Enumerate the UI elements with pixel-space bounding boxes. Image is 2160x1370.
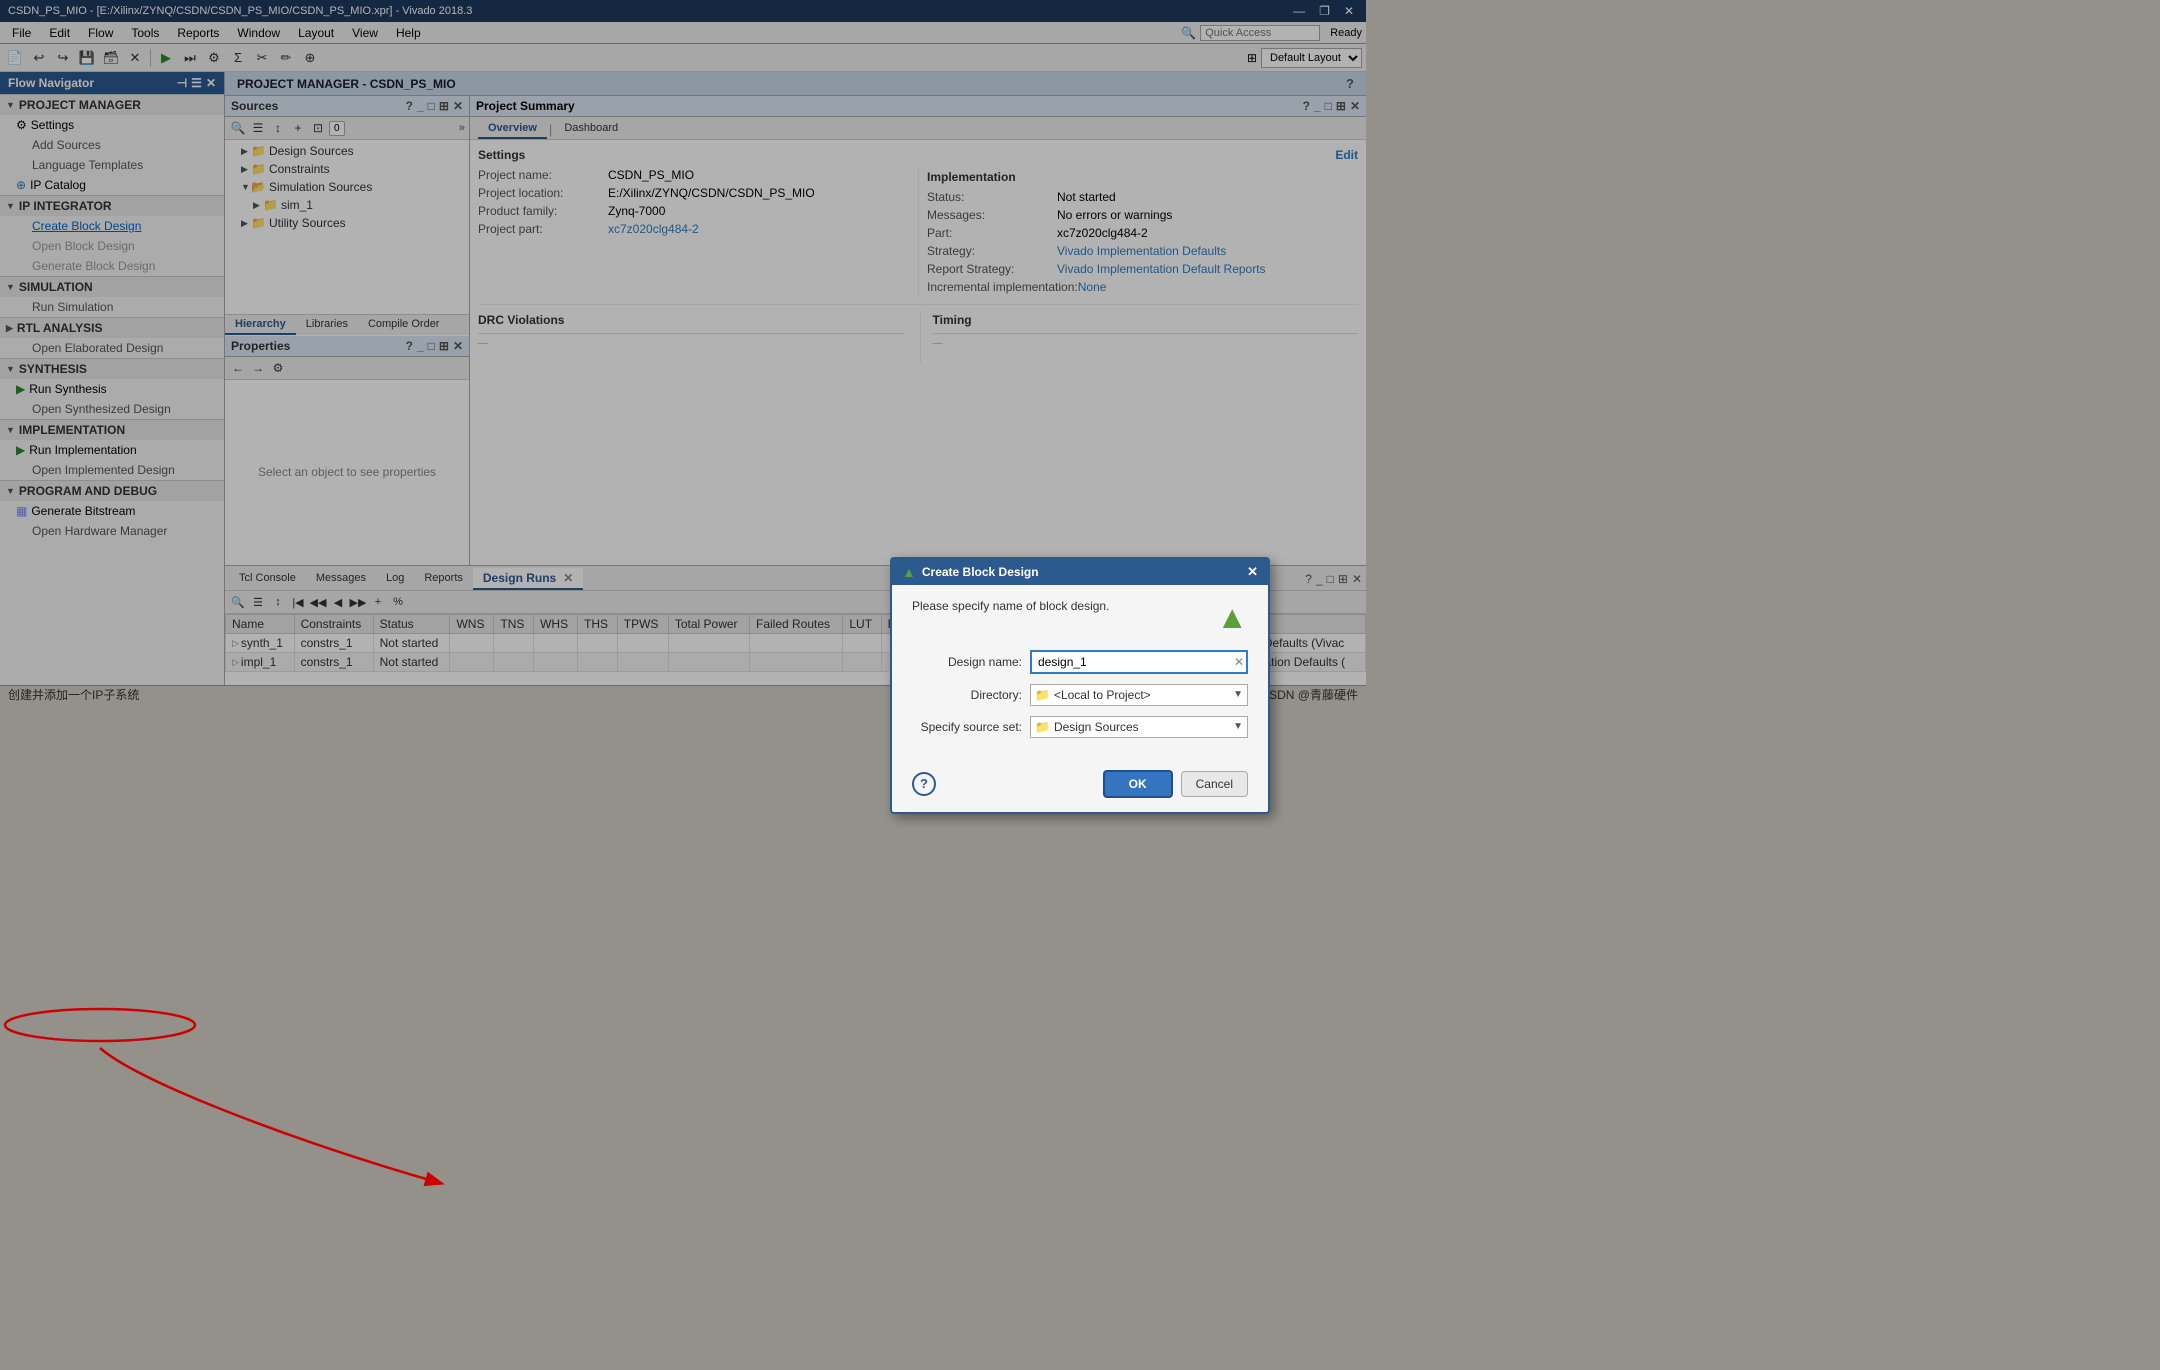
modal-cancel-button[interactable]: Cancel xyxy=(1181,771,1248,797)
modal-title-area: ▲ Create Block Design xyxy=(902,564,1039,580)
modal-title: Create Block Design xyxy=(922,565,1039,579)
modal-design-name-field: Design name: ✕ xyxy=(912,650,1248,674)
modal-body: Please specify name of block design. ▲ D… xyxy=(892,585,1268,762)
modal-directory-label: Directory: xyxy=(912,688,1022,702)
modal-source-set-select[interactable]: 📁 Design Sources ▼ xyxy=(1030,716,1248,738)
modal-help-btn[interactable]: ? xyxy=(912,772,936,796)
modal-close-btn[interactable]: ✕ xyxy=(1247,564,1258,580)
ss-dropdown-arrow[interactable]: ▼ xyxy=(1233,721,1243,732)
modal-overlay: ▲ Create Block Design ✕ Please specify n… xyxy=(0,0,2160,1370)
modal-footer: ? OK Cancel xyxy=(892,762,1268,812)
create-block-design-modal: ▲ Create Block Design ✕ Please specify n… xyxy=(890,557,1270,814)
dir-dropdown-arrow[interactable]: ▼ xyxy=(1233,689,1243,700)
modal-vivado-logo-small: ▲ xyxy=(902,564,916,580)
modal-titlebar: ▲ Create Block Design ✕ xyxy=(892,559,1268,585)
modal-design-name-label: Design name: xyxy=(912,655,1022,669)
modal-directory-select[interactable]: 📁 <Local to Project> ▼ xyxy=(1030,684,1248,706)
folder-select-icon: 📁 xyxy=(1035,688,1050,702)
modal-source-set-value: Design Sources xyxy=(1054,720,1229,734)
modal-input-clear-btn[interactable]: ✕ xyxy=(1234,655,1244,669)
modal-top-area: Please specify name of block design. ▲ xyxy=(912,599,1248,636)
modal-ok-button[interactable]: OK xyxy=(1103,770,1173,798)
modal-source-set-label: Specify source set: xyxy=(912,720,1022,734)
modal-directory-value: <Local to Project> xyxy=(1054,688,1229,702)
vivado-logo-icon: ▲ xyxy=(1216,599,1248,636)
modal-source-set-field: Specify source set: 📁 Design Sources ▼ xyxy=(912,716,1248,738)
modal-design-name-wrapper: ✕ xyxy=(1030,650,1248,674)
modal-description: Please specify name of block design. xyxy=(912,599,1109,613)
modal-design-name-input[interactable] xyxy=(1030,650,1248,674)
folder-ss-icon: 📁 xyxy=(1035,720,1050,734)
modal-directory-field: Directory: 📁 <Local to Project> ▼ xyxy=(912,684,1248,706)
